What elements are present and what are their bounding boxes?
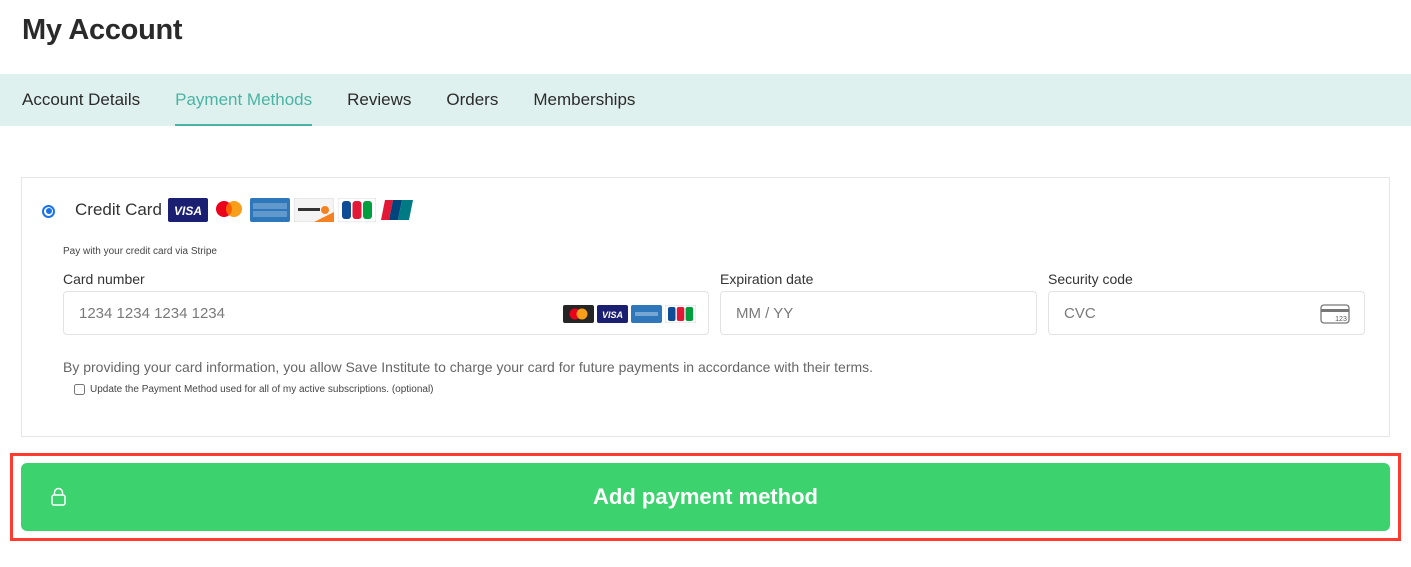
update-subscriptions-option[interactable]: Update the Payment Method used for all o… <box>74 384 434 395</box>
card-brand-icons: VISA <box>563 305 696 323</box>
discover-logo <box>293 198 334 222</box>
mastercard-logo <box>215 201 242 217</box>
jcb-icon <box>665 305 696 323</box>
tab-reviews[interactable]: Reviews <box>347 74 411 126</box>
expiry-input[interactable] <box>734 303 920 323</box>
security-code-field[interactable]: 123 <box>1048 291 1365 335</box>
update-subscriptions-label: Update the Payment Method used for all o… <box>90 384 434 395</box>
amex-icon <box>631 305 662 323</box>
add-payment-method-button[interactable]: Add payment method <box>21 463 1390 531</box>
stripe-note: Pay with your credit card via Stripe <box>63 246 217 257</box>
expiry-field[interactable] <box>720 291 1037 335</box>
svg-text:VISA: VISA <box>602 310 623 320</box>
security-code-label: Security code <box>1048 271 1133 287</box>
jcb-logo <box>337 198 376 222</box>
security-code-input[interactable] <box>1062 303 1248 323</box>
page-title: My Account <box>22 14 183 46</box>
tab-payment-methods[interactable]: Payment Methods <box>175 74 313 126</box>
lock-icon <box>51 487 66 506</box>
unionpay-logo <box>380 200 413 220</box>
card-number-field[interactable]: VISA <box>63 291 709 335</box>
card-number-input[interactable] <box>77 303 460 323</box>
svg-text:VISA: VISA <box>174 204 202 218</box>
account-tabs: Account Details Payment Methods Reviews … <box>0 74 1411 126</box>
cvc-card-icon: 123 <box>1320 304 1350 324</box>
expiry-label: Expiration date <box>720 271 814 287</box>
tab-account-details[interactable]: Account Details <box>22 74 140 126</box>
credit-card-label: Credit Card <box>75 200 162 219</box>
credit-card-option[interactable]: Credit Card VISA <box>42 198 414 222</box>
accepted-card-logos: VISA <box>167 198 414 222</box>
visa-icon: VISA <box>597 305 628 323</box>
update-subscriptions-checkbox[interactable] <box>74 384 85 395</box>
credit-card-radio[interactable] <box>42 204 55 218</box>
svg-text:123: 123 <box>1335 316 1347 323</box>
mastercard-icon <box>563 305 594 323</box>
card-number-label: Card number <box>63 271 145 287</box>
add-payment-method-label: Add payment method <box>593 484 818 509</box>
payment-method-panel: Credit Card VISA Pay with your credit ca… <box>21 177 1390 437</box>
visa-logo: VISA <box>167 198 208 222</box>
card-consent-text: By providing your card information, you … <box>63 359 874 375</box>
tab-orders[interactable]: Orders <box>446 74 498 126</box>
tab-memberships[interactable]: Memberships <box>533 74 635 126</box>
amex-logo <box>249 198 290 222</box>
